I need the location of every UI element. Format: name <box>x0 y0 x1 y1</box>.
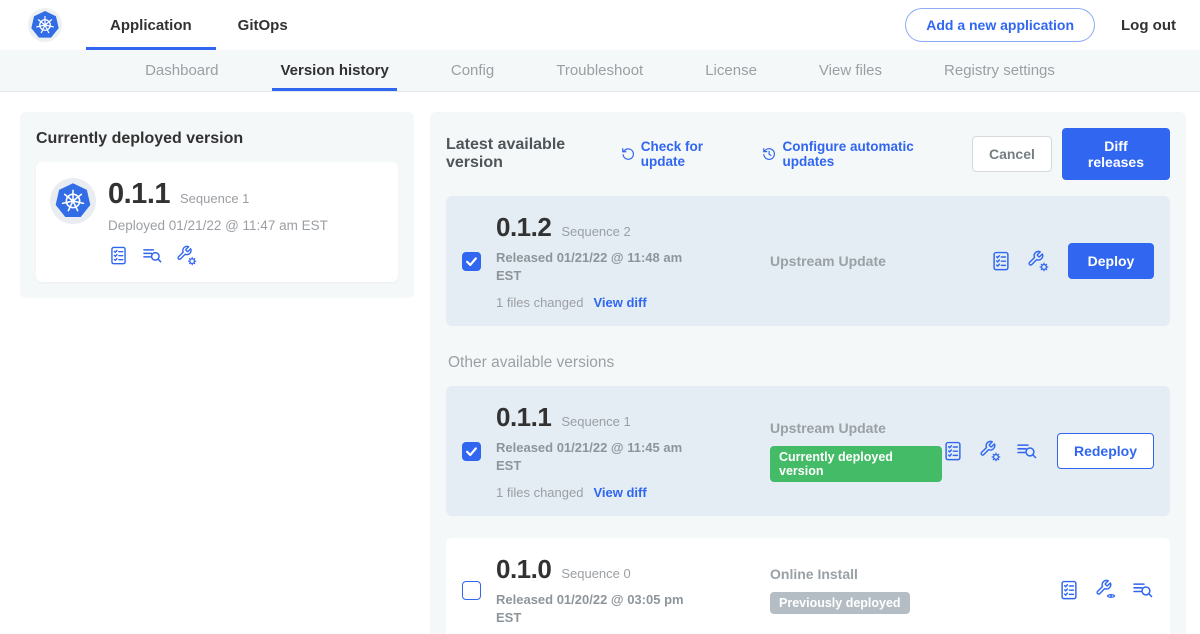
tab-gitops[interactable]: GitOps <box>224 0 302 50</box>
checkmark-icon <box>464 444 479 459</box>
files-changed: 1 files changed <box>496 485 583 500</box>
top-bar: Application GitOps Add a new application… <box>0 0 1200 50</box>
logs-icon[interactable] <box>1132 579 1154 601</box>
sequence-label: Sequence 2 <box>561 224 630 239</box>
app-icon <box>50 178 96 224</box>
version-checkbox[interactable] <box>462 581 481 600</box>
currently-deployed-badge: Currently deployed version <box>770 446 942 482</box>
release-notes-icon[interactable] <box>990 250 1012 272</box>
app-subnav: Dashboard Version history Config Trouble… <box>0 50 1200 92</box>
version-row: 0.1.0 Sequence 0 Released 01/20/22 @ 03:… <box>446 538 1170 634</box>
check-for-update-label: Check for update <box>641 139 739 169</box>
subnav-dashboard[interactable]: Dashboard <box>145 50 218 91</box>
check-for-update-link[interactable]: Check for update <box>621 139 739 169</box>
version-row: 0.1.2 Sequence 2 Released 01/21/22 @ 11:… <box>446 196 1170 326</box>
app-nav: Application GitOps <box>96 0 320 50</box>
logs-icon[interactable] <box>142 245 163 266</box>
subnav-license[interactable]: License <box>705 50 757 91</box>
released-date: Released 01/21/22 @ 11:48 am EST <box>496 249 692 284</box>
view-diff-link[interactable]: View diff <box>593 295 646 310</box>
version-source: Online Install Previously deployed <box>692 566 1058 614</box>
deployed-date: Deployed 01/21/22 @ 11:47 am EST <box>108 218 328 233</box>
previously-deployed-badge: Previously deployed <box>770 592 910 614</box>
tab-application[interactable]: Application <box>96 0 206 50</box>
checkmark-icon <box>464 254 479 269</box>
config-icon[interactable] <box>1027 250 1049 272</box>
other-versions-title: Other available versions <box>448 354 1170 372</box>
version-actions: Redeploy <box>942 433 1154 469</box>
configure-automatic-updates-label: Configure automatic updates <box>782 139 948 169</box>
add-application-button[interactable]: Add a new application <box>905 8 1095 42</box>
version-number: 0.1.0 <box>496 554 551 585</box>
version-info: 0.1.1 Sequence 1 Released 01/21/22 @ 11:… <box>496 402 692 500</box>
redeploy-button[interactable]: Redeploy <box>1057 433 1154 469</box>
version-number: 0.1.1 <box>496 402 551 433</box>
release-notes-icon[interactable] <box>108 245 129 266</box>
source-label: Online Install <box>770 566 1058 582</box>
currently-deployed-panel: Currently deployed version 0.1.1 Sequenc… <box>20 112 414 298</box>
released-date: Released 01/21/22 @ 11:45 am EST <box>496 439 692 474</box>
released-date: Released 01/20/22 @ 03:05 pm EST <box>496 591 692 626</box>
refresh-icon <box>621 146 635 162</box>
currently-deployed-title: Currently deployed version <box>36 130 398 148</box>
tab-gitops-label: GitOps <box>238 17 288 34</box>
version-source: Upstream Update Currently deployed versi… <box>692 420 942 482</box>
currently-deployed-card: 0.1.1 Sequence 1 Deployed 01/21/22 @ 11:… <box>36 162 398 282</box>
version-info: 0.1.2 Sequence 2 Released 01/21/22 @ 11:… <box>496 212 692 310</box>
config-icon[interactable] <box>176 245 197 266</box>
latest-version-title: Latest available version <box>446 136 607 172</box>
version-actions: Deploy <box>990 243 1154 279</box>
version-source: Upstream Update <box>692 253 990 269</box>
kubernetes-logo-icon <box>28 8 62 42</box>
deploy-button[interactable]: Deploy <box>1068 243 1154 279</box>
sequence-label: Sequence 0 <box>561 566 630 581</box>
version-checkbox[interactable] <box>462 252 481 271</box>
latest-version-header: Latest available version Check for updat… <box>446 128 1170 180</box>
sequence-label: Sequence 1 <box>561 414 630 429</box>
subnav-registry-settings[interactable]: Registry settings <box>944 50 1055 91</box>
release-notes-icon[interactable] <box>1058 579 1080 601</box>
cancel-button[interactable]: Cancel <box>972 136 1052 172</box>
kots-admin-console: Application GitOps Add a new application… <box>0 0 1200 634</box>
deployed-version-info: 0.1.1 Sequence 1 Deployed 01/21/22 @ 11:… <box>108 176 328 266</box>
version-info: 0.1.0 Sequence 0 Released 01/20/22 @ 03:… <box>496 554 692 626</box>
configure-automatic-updates-link[interactable]: Configure automatic updates <box>762 139 948 169</box>
available-versions-panel: Latest available version Check for updat… <box>430 112 1186 634</box>
tab-application-label: Application <box>110 17 192 34</box>
source-label: Upstream Update <box>770 420 942 436</box>
version-row: 0.1.1 Sequence 1 Released 01/21/22 @ 11:… <box>446 386 1170 516</box>
version-history-page: Currently deployed version 0.1.1 Sequenc… <box>0 92 1200 634</box>
schedule-update-icon <box>762 146 776 162</box>
view-diff-link[interactable]: View diff <box>593 485 646 500</box>
source-label: Upstream Update <box>770 253 990 269</box>
files-changed: 1 files changed <box>496 295 583 310</box>
subnav-troubleshoot[interactable]: Troubleshoot <box>556 50 643 91</box>
sequence-label: Sequence 1 <box>180 191 249 206</box>
subnav-view-files[interactable]: View files <box>819 50 882 91</box>
version-number: 0.1.1 <box>108 178 170 211</box>
version-actions <box>1058 579 1154 601</box>
logout-link[interactable]: Log out <box>1121 17 1176 34</box>
logs-icon[interactable] <box>1016 440 1038 462</box>
release-notes-icon[interactable] <box>942 440 964 462</box>
version-number: 0.1.2 <box>496 212 551 243</box>
subnav-version-history[interactable]: Version history <box>280 50 388 91</box>
config-icon[interactable] <box>979 440 1001 462</box>
subnav-config[interactable]: Config <box>451 50 494 91</box>
version-checkbox[interactable] <box>462 442 481 461</box>
config-view-icon[interactable] <box>1095 579 1117 601</box>
diff-releases-button[interactable]: Diff releases <box>1062 128 1170 180</box>
